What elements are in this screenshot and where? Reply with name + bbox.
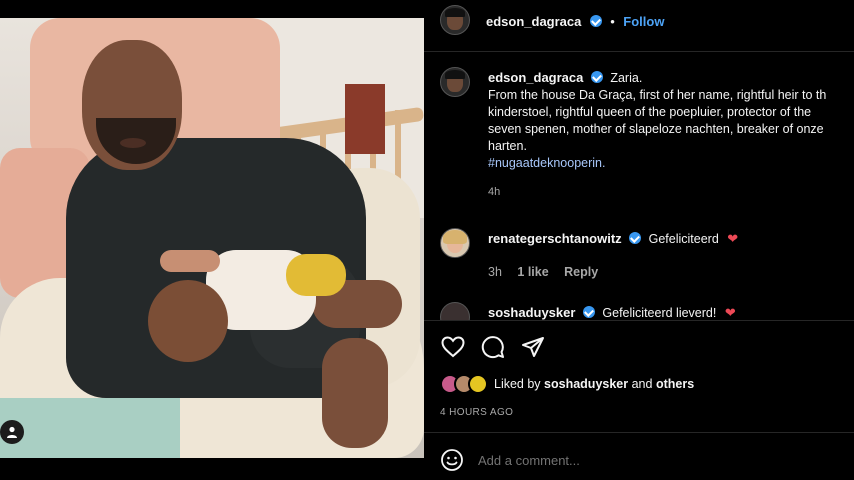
liker-avatar[interactable] [468,374,488,394]
comment-username[interactable]: soshaduysker [488,305,575,320]
heart-emoji-icon: ❤ [727,231,739,246]
heart-icon [441,336,465,358]
caption-author-avatar[interactable] [440,67,470,97]
post-timestamp[interactable]: 4 HOURS AGO [440,407,513,418]
follow-button[interactable]: Follow [623,14,664,29]
hashtag-link[interactable]: #nugaatdeknooperin. [488,155,854,172]
commenter-avatar[interactable] [440,228,470,258]
header-divider [424,51,854,52]
comment-input[interactable] [478,452,808,468]
follow-separator: • [610,14,615,29]
user-tag-icon [7,426,17,438]
caption-text-line: seven spenen, mother of slapeloze nachte… [488,122,824,136]
comment-item: renategerschtanowitz Gefeliciteerd ❤ [488,231,738,247]
reply-button[interactable]: Reply [564,265,598,279]
photo-panel [0,0,424,480]
verified-badge-icon [589,15,602,27]
comment-text: Gefeliciteerd [648,232,719,246]
caption-text-line: From the house Da Graça, first of her na… [488,88,827,102]
comment-username[interactable]: renategerschtanowitz [488,231,622,246]
post-photo[interactable] [0,18,424,458]
comment-bubble-icon [481,336,504,359]
post-sidebar: edson_dagraca • Follow edson_dagraca Zar… [424,0,854,480]
post-header: edson_dagraca • Follow [486,13,664,31]
comment-box-divider [424,432,854,433]
likes-summary: Liked by soshaduysker and others [440,374,694,394]
paper-plane-icon [522,337,544,357]
heart-emoji-icon: ❤ [724,305,736,320]
comment-item: soshaduysker Gefeliciteerd lieverd! ❤ [488,305,736,321]
share-button[interactable] [520,334,546,360]
caption-username[interactable]: edson_dagraca [488,70,583,85]
author-username[interactable]: edson_dagraca [486,14,581,29]
comment-likes[interactable]: 1 like [517,265,548,279]
comment-text: Gefeliciteerd lieverd! [602,306,717,320]
liked-by-prefix: Liked by [494,377,541,391]
verified-badge-icon [590,71,603,83]
caption-timestamp[interactable]: 4h [488,184,854,201]
caption-first-line: edson_dagraca Zaria. [488,69,854,87]
action-bar [440,334,546,360]
liker-username[interactable]: soshaduysker [544,377,628,391]
emoji-icon[interactable] [440,448,464,472]
comment-box [440,448,808,472]
user-tag-button[interactable] [0,420,24,444]
author-avatar[interactable] [440,5,470,35]
comment-time[interactable]: 3h [488,265,502,279]
verified-badge-icon [582,306,595,318]
like-button[interactable] [440,334,466,360]
caption: edson_dagraca Zaria. From the house Da G… [488,69,854,201]
likes-connector: and [631,377,653,391]
comment-meta: 3h 1 like Reply [488,265,598,279]
likes-text: Liked by soshaduysker and others [494,377,694,391]
caption-text-line: harten. [488,139,527,153]
likes-others-link[interactable]: others [656,377,694,391]
caption-text-line: kinderstoel, rightful queen of the poepl… [488,105,812,119]
verified-badge-icon [629,232,642,244]
comment-button[interactable] [480,334,506,360]
caption-text-line: Zaria. [610,71,643,85]
